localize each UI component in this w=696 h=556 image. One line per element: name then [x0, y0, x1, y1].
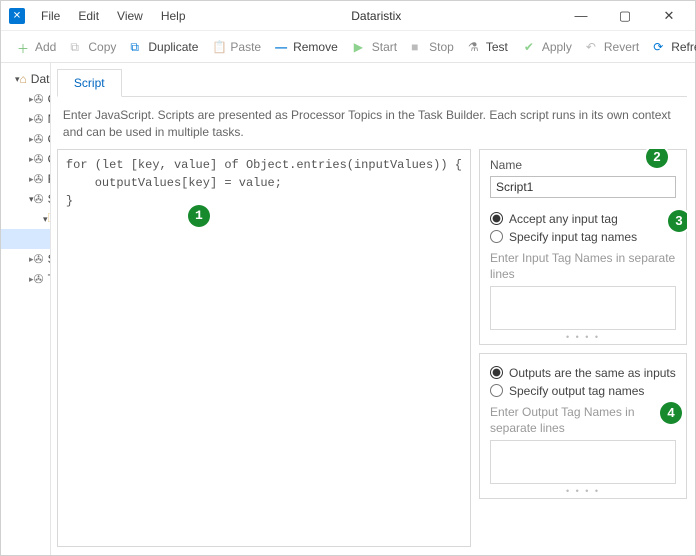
test-button[interactable]: Test — [462, 37, 514, 57]
tab-strip: Script — [57, 69, 687, 97]
apply-button[interactable]: Apply — [518, 37, 578, 57]
start-icon — [354, 40, 368, 54]
copy-button[interactable]: Copy — [64, 37, 122, 57]
duplicate-button[interactable]: Duplicate — [124, 37, 204, 57]
tree-soap[interactable]: SOAP — [1, 249, 50, 269]
radio-accept-any-label: Accept any input tag — [509, 212, 618, 226]
paste-button[interactable]: Paste — [206, 37, 267, 57]
toolbar: Add Copy Duplicate Paste Remove Start St… — [1, 31, 695, 63]
home-icon — [20, 72, 27, 86]
input-tags-list[interactable] — [490, 286, 676, 330]
menu-file[interactable]: File — [33, 5, 68, 27]
tree-root-label: Dataristix (local) — [31, 72, 51, 86]
plug-icon — [34, 92, 44, 106]
plug-icon — [34, 112, 44, 126]
code-text: for (let [key, value] of Object.entries(… — [66, 158, 462, 208]
name-label: Name — [490, 158, 676, 172]
tree-odbc[interactable]: ODBC — [1, 129, 50, 149]
title-bar: File Edit View Help Dataristix — ▢ ✕ — [1, 1, 695, 31]
tree-root[interactable]: Dataristix (local) — [1, 69, 50, 89]
radio-specify-input[interactable] — [490, 230, 503, 243]
refresh-icon — [653, 40, 667, 54]
stop-button[interactable]: Stop — [405, 37, 460, 57]
plug-icon — [34, 252, 44, 266]
tab-script[interactable]: Script — [57, 69, 122, 97]
close-button[interactable]: ✕ — [647, 2, 691, 30]
resize-grip[interactable]: • • • • — [490, 486, 676, 492]
plug-icon — [34, 272, 44, 286]
copy-icon — [70, 40, 84, 54]
tree-script1[interactable]: Script1 — [1, 229, 51, 249]
radio-specify-input-label: Specify input tag names — [509, 230, 637, 244]
radio-specify-output-label: Specify output tag names — [509, 384, 644, 398]
remove-icon — [275, 40, 289, 54]
script-hint: Enter JavaScript. Scripts are presented … — [57, 97, 687, 149]
add-button[interactable]: Add — [11, 37, 62, 57]
plug-icon — [34, 132, 44, 146]
menu-edit[interactable]: Edit — [70, 5, 107, 27]
radio-accept-any-input[interactable] — [490, 212, 503, 225]
sidebar: Dataristix (local) Configuration MQTT OD… — [1, 63, 51, 555]
radio-outputs-same[interactable] — [490, 366, 503, 379]
revert-button[interactable]: Revert — [580, 37, 645, 57]
start-button[interactable]: Start — [348, 37, 403, 57]
tree-scripts-folder[interactable]: Scripts — [1, 209, 50, 229]
refresh-button[interactable]: Refresh — [647, 37, 696, 57]
tree-tasks[interactable]: Tasks — [1, 269, 50, 289]
plus-icon — [17, 40, 31, 54]
apply-icon — [524, 40, 538, 54]
tree-configuration[interactable]: Configuration — [1, 89, 50, 109]
main-content: Script Enter JavaScript. Scripts are pre… — [51, 63, 695, 555]
minimize-button[interactable]: — — [559, 2, 603, 30]
plug-icon — [34, 172, 44, 186]
menu-view[interactable]: View — [109, 5, 151, 27]
tree-rest[interactable]: REST — [1, 169, 50, 189]
input-group: Name Accept any input tag Specify input … — [479, 149, 687, 345]
stop-icon — [411, 40, 425, 54]
resize-grip[interactable]: • • • • — [490, 332, 676, 338]
tree-opcua[interactable]: OPC UA — [1, 149, 50, 169]
plug-icon — [34, 192, 44, 206]
tree-script[interactable]: Script — [1, 189, 50, 209]
revert-icon — [586, 40, 600, 54]
menu-bar: File Edit View Help — [33, 5, 194, 27]
radio-outputs-same-label: Outputs are the same as inputs — [509, 366, 676, 380]
code-editor[interactable]: for (let [key, value] of Object.entries(… — [57, 149, 471, 547]
duplicate-icon — [130, 40, 144, 54]
input-tags-hint: Enter Input Tag Names in separate lines — [490, 250, 676, 282]
window-controls: — ▢ ✕ — [559, 2, 691, 30]
test-icon — [468, 40, 482, 54]
callout-1: 1 — [188, 205, 210, 227]
script-name-input[interactable] — [490, 176, 676, 198]
paste-icon — [212, 40, 226, 54]
app-icon — [9, 8, 25, 24]
output-tags-list[interactable] — [490, 440, 676, 484]
radio-specify-output[interactable] — [490, 384, 503, 397]
menu-help[interactable]: Help — [153, 5, 194, 27]
output-group: Outputs are the same as inputs Specify o… — [479, 353, 687, 499]
remove-button[interactable]: Remove — [269, 37, 344, 57]
output-tags-hint: Enter Output Tag Names in separate lines — [490, 404, 676, 436]
tree-mqtt[interactable]: MQTT — [1, 109, 50, 129]
plug-icon — [34, 152, 44, 166]
window-title: Dataristix — [194, 9, 559, 23]
maximize-button[interactable]: ▢ — [603, 2, 647, 30]
